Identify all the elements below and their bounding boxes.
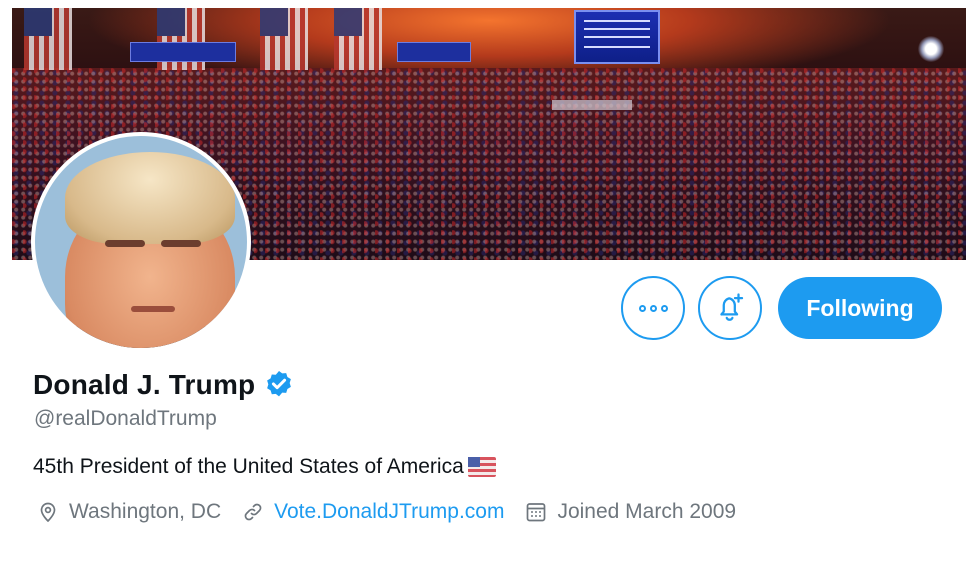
banner-stage [552,100,632,110]
bell-plus-icon [720,293,744,321]
banner-sign [397,42,471,62]
avatar[interactable] [31,132,251,352]
notifications-button[interactable] [698,276,762,340]
profile-name-row: Donald J. Trump [33,369,295,401]
joined-text: Joined March 2009 [557,500,737,523]
banner-light [918,36,944,62]
banner-flag [334,8,382,70]
calendar-icon [527,503,546,522]
banner-sign [130,42,236,62]
banner-sign [574,10,660,64]
profile-name: Donald J. Trump [33,369,256,400]
link-icon [244,503,262,521]
location-pin-icon [40,502,56,523]
profile-handle: @realDonaldTrump [34,407,217,430]
location-text: Washington, DC [69,500,222,523]
following-button[interactable]: Following [778,277,942,339]
website-item: Vote.DonaldJTrump.com [241,500,504,524]
joined-item: Joined March 2009 [524,500,736,524]
profile-meta: Washington, DC Vote.DonaldJTrump.com Joi… [36,500,756,524]
website-link[interactable]: Vote.DonaldJTrump.com [274,500,504,524]
banner-flag [24,8,72,70]
location-item: Washington, DC [36,500,221,524]
banner-flag [260,8,308,70]
profile-bio: 45th President of the United States of A… [33,455,496,479]
us-flag-emoji-icon [467,457,496,477]
profile-page: Following Donald J. Trump @realDonaldTru… [0,0,966,587]
bio-text: 45th President of the United States of A… [33,455,464,478]
more-options-button[interactable] [621,276,685,340]
more-options-icon [637,304,670,312]
verified-badge-icon [267,371,292,397]
